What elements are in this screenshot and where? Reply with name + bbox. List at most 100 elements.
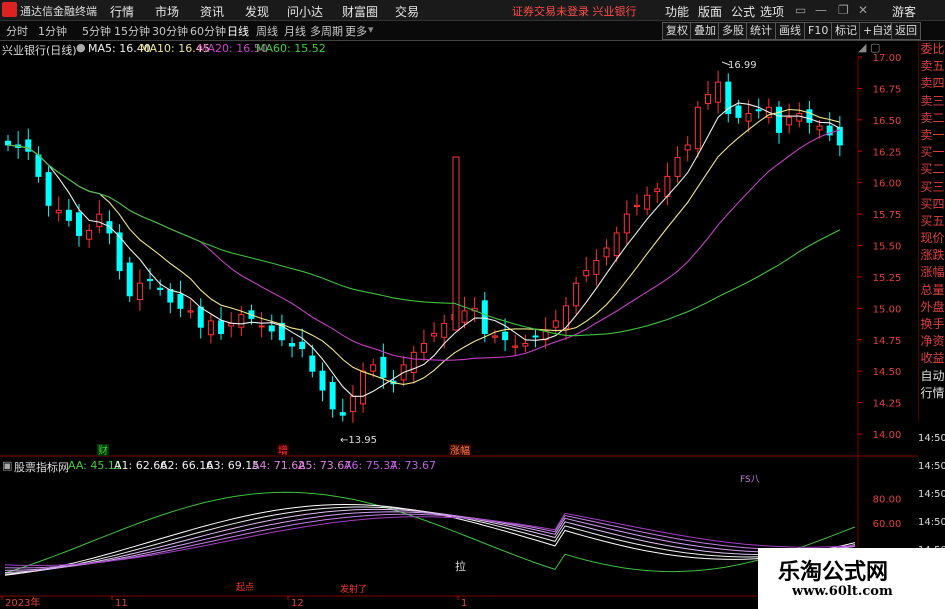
candle-body [339, 412, 346, 416]
candle-body [674, 157, 681, 177]
candle-body [65, 209, 72, 221]
candle-body [5, 140, 11, 146]
candle-body [177, 294, 184, 309]
sidebar-item-12[interactable]: 涨跌 [919, 247, 945, 264]
sidebar-item-5[interactable]: 卖一 [919, 127, 945, 144]
candle-body [207, 320, 214, 336]
candle-body [694, 106, 701, 150]
candle-body [583, 270, 590, 277]
candle-body [197, 306, 204, 328]
candle-body [299, 341, 306, 350]
indicator-axis-label: 60.00 [873, 519, 902, 530]
price-axis-label: 14.50 [873, 367, 902, 378]
candle-body [380, 356, 387, 378]
low-annotation: ←13.95 [340, 435, 377, 446]
candle-body [806, 109, 813, 123]
sidebar-item-18[interactable]: 收益 [919, 350, 945, 367]
price-axis-label: 14.00 [873, 430, 902, 441]
price-axis-label: 15.00 [873, 304, 902, 315]
candle-body [745, 113, 752, 122]
sidebar-item-20[interactable]: 行情 [919, 385, 945, 402]
candle-body [76, 212, 83, 236]
indicator-axis-label: 80.00 [873, 494, 902, 505]
candle-body [431, 332, 438, 337]
candle-body [755, 109, 762, 112]
sidebar-item-13[interactable]: 涨幅 [919, 264, 945, 281]
quote-sidebar: 委比 卖五 卖四 卖三 卖二 卖一 买一 买二 买三 买四 买五 现价 涨跌 涨幅 总量 外盘 换手 净资 收益 自动… [918, 41, 945, 421]
candle-body [623, 213, 630, 234]
candle-body [370, 364, 377, 372]
indicator-mark-top: FS八 [740, 475, 760, 485]
candle-body [633, 204, 640, 208]
sidebar-item-3[interactable]: 卖三 [919, 93, 945, 110]
indicator-line-2 [4, 508, 856, 574]
candle-body [126, 262, 133, 297]
indicator-mark-la: 拉 [455, 559, 466, 573]
candle-body [35, 154, 42, 177]
sidebar-item-7[interactable]: 买二 [919, 161, 945, 178]
candle-body [420, 343, 427, 353]
watermark-url: www.60lt.com [792, 584, 893, 599]
sidebar-item-2[interactable]: 卖四 [919, 75, 945, 92]
watermark-title: 乐淘公式网 [778, 560, 889, 585]
side-axis-tick: 14:50 [918, 489, 945, 500]
side-axis-tick: 14:50 [918, 433, 945, 444]
candle-body [461, 310, 468, 323]
ma20-line [7, 129, 841, 361]
date-axis-label: 11 [115, 598, 128, 609]
price-axis-label: 16.25 [873, 147, 902, 158]
candle-body [329, 381, 336, 410]
candle-body [613, 232, 620, 257]
candle-body [491, 335, 498, 338]
date-axis-label: 2023年 [5, 596, 40, 609]
candle-body [147, 278, 154, 282]
price-axis-label: 14.75 [873, 336, 902, 347]
candle-body [644, 194, 651, 210]
indicator-mark-launch: 发射了 [340, 583, 367, 595]
indicator-line-5 [4, 512, 856, 567]
candle-body [86, 229, 93, 240]
candle-body [45, 172, 52, 206]
indicator-line-3 [4, 511, 856, 571]
candle-body [136, 282, 143, 301]
price-axis-label: 14.25 [873, 399, 902, 410]
candle-body [289, 343, 296, 347]
candle-body [258, 325, 265, 328]
candle-body [309, 355, 316, 372]
candle-body [552, 320, 559, 328]
sidebar-item-14[interactable]: 总量 [919, 282, 945, 299]
side-axis-tick: 14:50 [918, 461, 945, 472]
sidebar-item-8[interactable]: 买三 [919, 179, 945, 196]
indicator-mark-start: 起点 [236, 582, 254, 593]
sidebar-item-11[interactable]: 现价 [919, 230, 945, 247]
candle-body [349, 395, 356, 412]
sidebar-item-17[interactable]: 净资 [919, 333, 945, 350]
candle-body [218, 320, 225, 334]
sidebar-item-16[interactable]: 换手 [919, 316, 945, 333]
price-axis-label: 15.25 [873, 273, 902, 284]
sidebar-item-10[interactable]: 买五 [919, 213, 945, 230]
candle-body [481, 300, 488, 334]
sidebar-item-15[interactable]: 外盘 [919, 299, 945, 316]
candle-body [512, 345, 519, 348]
sidebar-item-1[interactable]: 卖五 [919, 58, 945, 75]
indicator-aa-line [4, 491, 856, 574]
kline-chart[interactable]: 17.00 16.75 16.50 16.25 16.00 15.75 15.50 15.25… [0, 0, 918, 609]
candle-body [603, 247, 610, 258]
candle-body [238, 314, 245, 328]
price-axis-label: 17.00 [873, 53, 902, 64]
candle-body [319, 370, 326, 391]
sidebar-item-9[interactable]: 买四 [919, 196, 945, 213]
candle-body [532, 335, 539, 338]
candle-body [167, 288, 174, 303]
candle-body [786, 116, 793, 126]
candle-body [573, 282, 580, 307]
watermark: 乐淘公式网 www.60lt.com [758, 548, 945, 609]
candle-body [654, 188, 661, 192]
candle-body [816, 125, 823, 131]
sidebar-item-0[interactable]: 委比 [919, 41, 945, 58]
sidebar-item-6[interactable]: 买一 [919, 144, 945, 161]
sidebar-item-4[interactable]: 卖二 [919, 110, 945, 127]
candle-body [704, 94, 711, 104]
sidebar-item-19[interactable]: 自动 [919, 368, 945, 385]
